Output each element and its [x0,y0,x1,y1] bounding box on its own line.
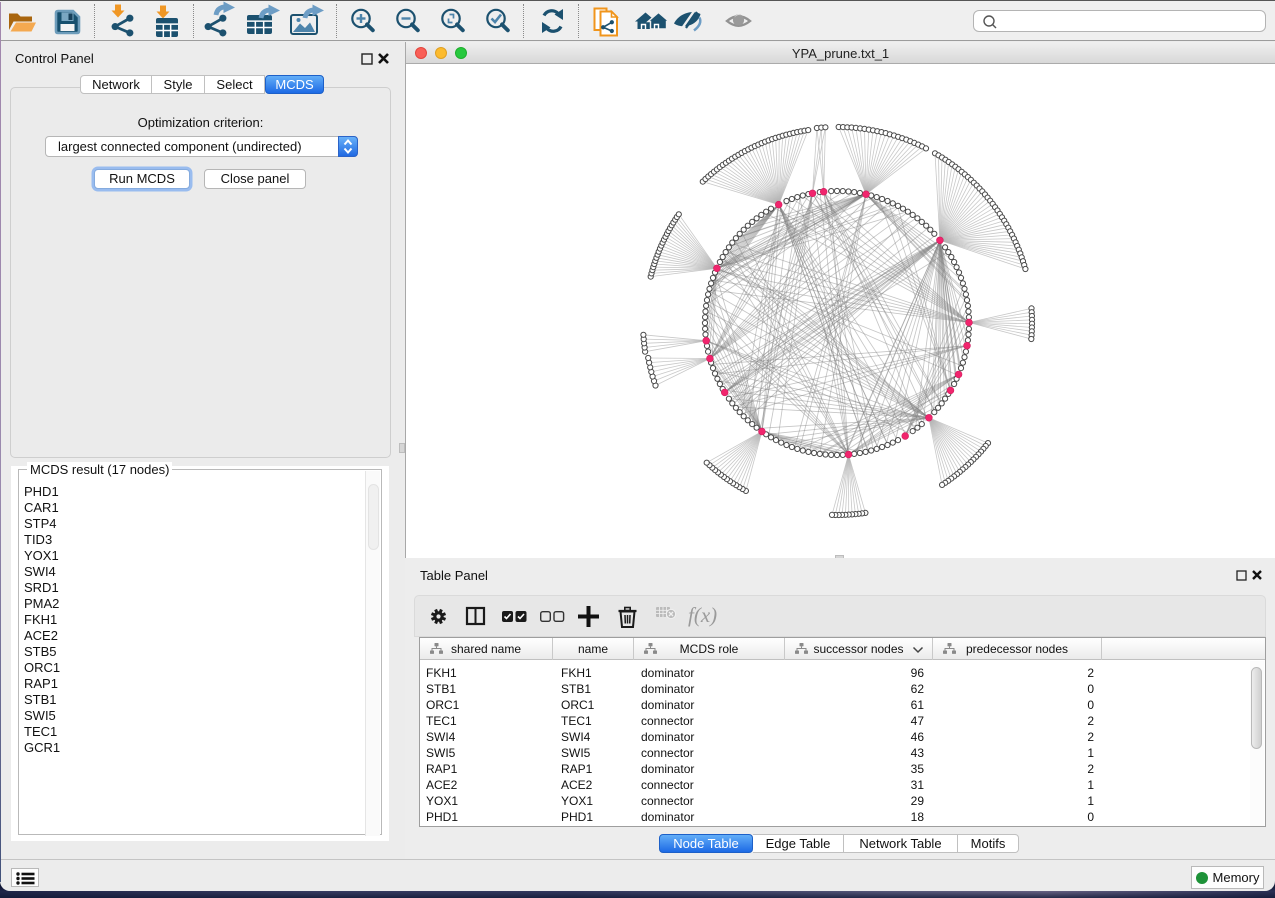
svg-text:f(x): f(x) [688,603,717,627]
